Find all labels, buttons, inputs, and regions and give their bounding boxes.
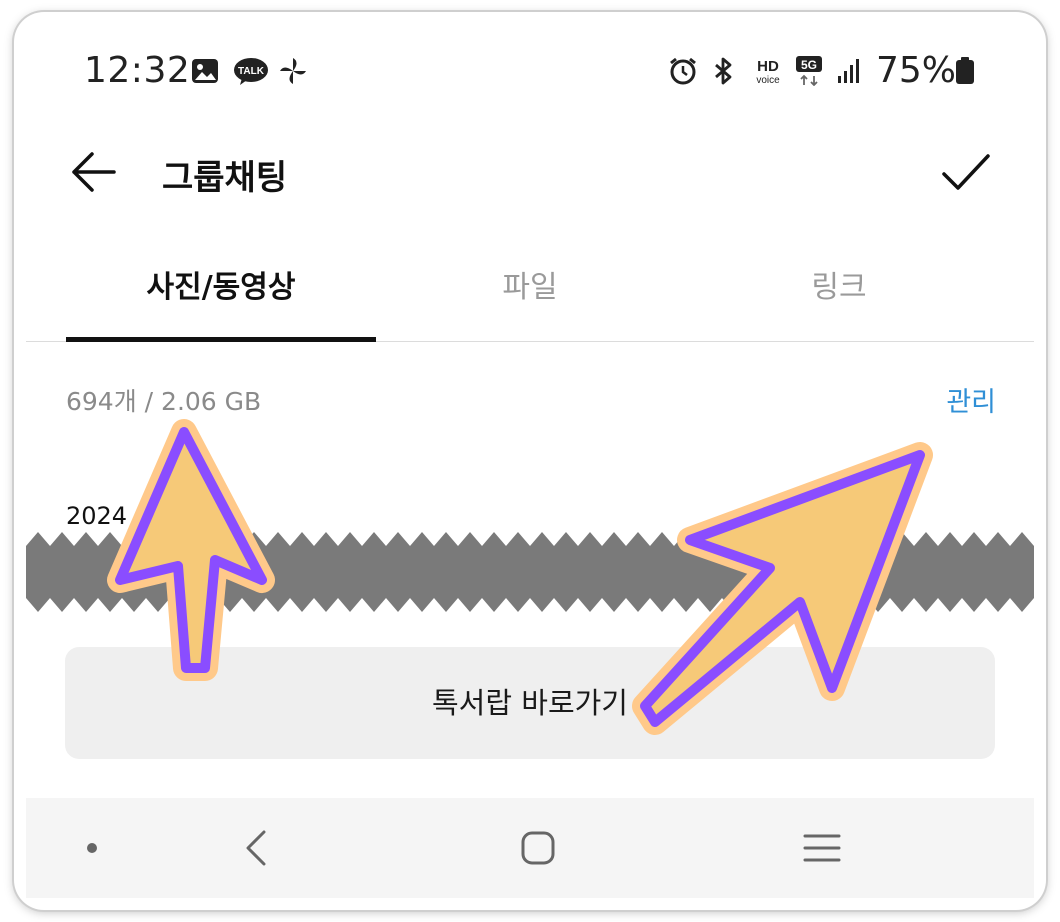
recent-dot-icon[interactable] <box>70 826 114 870</box>
tab-links[interactable]: 링크 <box>684 262 994 342</box>
manage-button[interactable]: 관리 <box>946 380 996 419</box>
cropped-content-band <box>26 532 1034 612</box>
active-tab-indicator <box>66 337 376 342</box>
alarm-icon <box>670 57 696 85</box>
bluetooth-icon <box>715 57 732 85</box>
svg-text:voice: voice <box>756 75 780 86</box>
battery-icon <box>956 57 974 84</box>
battery-percent: 75% <box>876 50 957 91</box>
recents-menu-icon[interactable] <box>800 826 844 870</box>
media-tabs: 사진/동영상 파일 링크 <box>26 262 1034 342</box>
phone-screen: 12:32 TALK HD voice 5G 75% 그룹채팅 사진/동영상 파… <box>14 12 1046 910</box>
svg-text:HD: HD <box>757 58 779 75</box>
back-arrow-icon[interactable] <box>68 146 120 198</box>
5g-icon: 5G <box>796 56 822 86</box>
storage-summary: 694개 / 2.06 GB <box>66 387 262 416</box>
section-year: 2024 <box>66 502 128 530</box>
kakaotalk-icon: TALK <box>234 58 268 85</box>
pinwheel-icon <box>280 58 306 84</box>
app-header: 그룹채팅 <box>14 132 1046 212</box>
svg-text:TALK: TALK <box>238 66 265 77</box>
hd-voice-icon: HD voice <box>756 58 780 86</box>
tab-photos-videos[interactable]: 사진/동영상 <box>66 262 376 342</box>
gallery-icon <box>192 59 218 83</box>
svg-text:5G: 5G <box>801 58 817 72</box>
home-icon[interactable] <box>516 826 560 870</box>
back-chevron-icon[interactable] <box>236 826 280 870</box>
signal-icon <box>838 59 859 83</box>
page-title: 그룹채팅 <box>162 158 288 198</box>
checkmark-icon[interactable] <box>938 146 994 198</box>
drawer-shortcut-button[interactable]: 톡서랍 바로가기 <box>65 647 995 759</box>
status-bar: 12:32 TALK HD voice 5G 75% <box>14 12 1046 122</box>
system-navigation-bar <box>26 798 1034 898</box>
status-time: 12:32 <box>84 50 191 91</box>
tab-files[interactable]: 파일 <box>375 262 685 342</box>
